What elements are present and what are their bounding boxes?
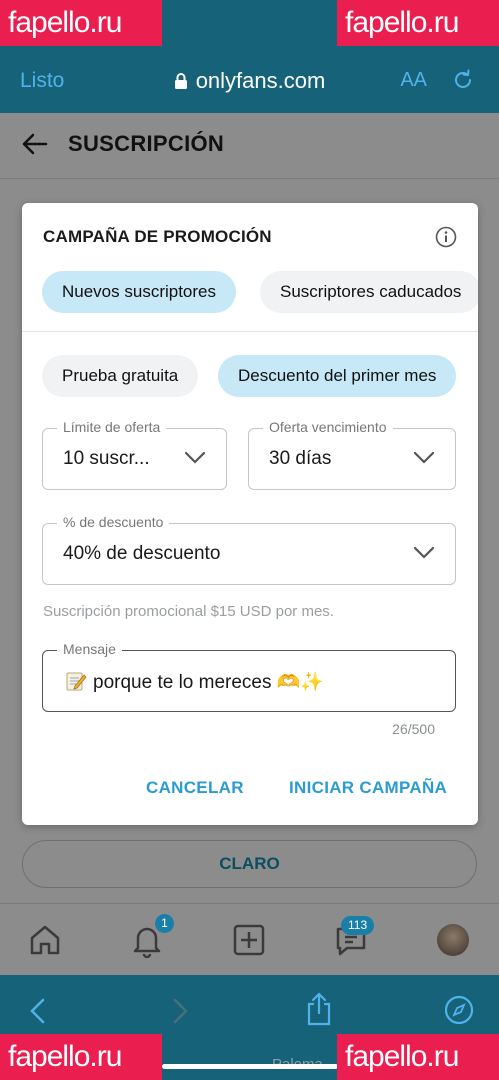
discount-select[interactable]: % de descuento 40% de descuento [42, 514, 456, 585]
tab-free-trial[interactable]: Prueba gratuita [42, 355, 199, 397]
message-label: Mensaje [57, 641, 122, 657]
home-indicator [162, 1064, 338, 1069]
tab-new-subscribers[interactable]: Nuevos suscriptores [42, 271, 237, 313]
watermark-bottom-right: fapello.ru [337, 1034, 499, 1080]
promo-helper-text: Suscripción promocional $15 USD por mes. [43, 603, 334, 620]
bottom-tab-bar: 1 113 [0, 903, 499, 975]
add-post-icon[interactable] [231, 922, 267, 958]
chevron-down-icon [184, 451, 206, 464]
watermark-top-left: fapello.ru [0, 0, 162, 46]
messages-badge: 113 [341, 916, 375, 935]
tab-first-month-discount[interactable]: Descuento del primer mes [218, 355, 457, 397]
text-size-button[interactable]: AA [400, 69, 427, 92]
chevron-down-icon [413, 451, 435, 464]
offer-limit-select[interactable]: Límite de oferta 10 suscr... [42, 419, 227, 490]
start-campaign-button[interactable]: INICIAR CAMPAÑA [289, 778, 447, 798]
offer-limit-value: 10 suscr... [63, 448, 150, 469]
lock-icon [174, 72, 187, 89]
avatar[interactable] [437, 924, 469, 956]
compass-icon[interactable] [444, 995, 474, 1025]
url-text: onlyfans.com [195, 67, 326, 93]
discount-label: % de descuento [57, 514, 170, 530]
watermark-top-right: fapello.ru [337, 0, 499, 46]
notification-badge: 1 [155, 914, 174, 933]
divider [22, 331, 478, 332]
message-content: porque te lo mereces 🫶✨ [65, 670, 324, 694]
dialog-title: CAMPAÑA DE PROMOCIÓN [43, 227, 272, 246]
offer-expiration-select[interactable]: Oferta vencimiento 30 días [248, 419, 456, 490]
browser-forward-icon[interactable] [170, 997, 190, 1025]
page-title: SUSCRIPCIÓN [68, 131, 225, 156]
browser-back-icon[interactable] [28, 997, 48, 1025]
discount-value: 40% de descuento [63, 543, 221, 564]
message-input[interactable]: Mensaje porque te lo mereces 🫶✨ [42, 641, 456, 712]
cancel-button[interactable]: CANCELAR [146, 778, 244, 798]
char-counter: 26/500 [392, 721, 435, 737]
offer-limit-label: Límite de oferta [57, 419, 167, 435]
page-header: SUSCRIPCIÓN [0, 113, 499, 179]
message-text: porque te lo mereces 🫶✨ [93, 672, 325, 693]
offer-expiration-label: Oferta vencimiento [263, 419, 393, 435]
back-arrow-icon[interactable] [22, 131, 48, 157]
tab-expired-subscribers[interactable]: Suscriptores caducados [260, 271, 478, 313]
share-icon[interactable] [304, 991, 334, 1027]
reload-icon[interactable] [451, 68, 475, 92]
browser-top-bar: Listo onlyfans.com AA [0, 48, 499, 113]
promotion-campaign-dialog: CAMPAÑA DE PROMOCIÓN Nuevos suscriptores… [22, 203, 478, 825]
info-icon[interactable] [435, 226, 457, 248]
memo-icon [66, 672, 87, 691]
chevron-down-icon [413, 546, 435, 559]
home-icon[interactable] [27, 922, 63, 958]
clear-button[interactable]: CLARO [22, 840, 477, 888]
offer-expiration-value: 30 días [269, 448, 332, 469]
watermark-bottom-left: fapello.ru [0, 1034, 162, 1080]
